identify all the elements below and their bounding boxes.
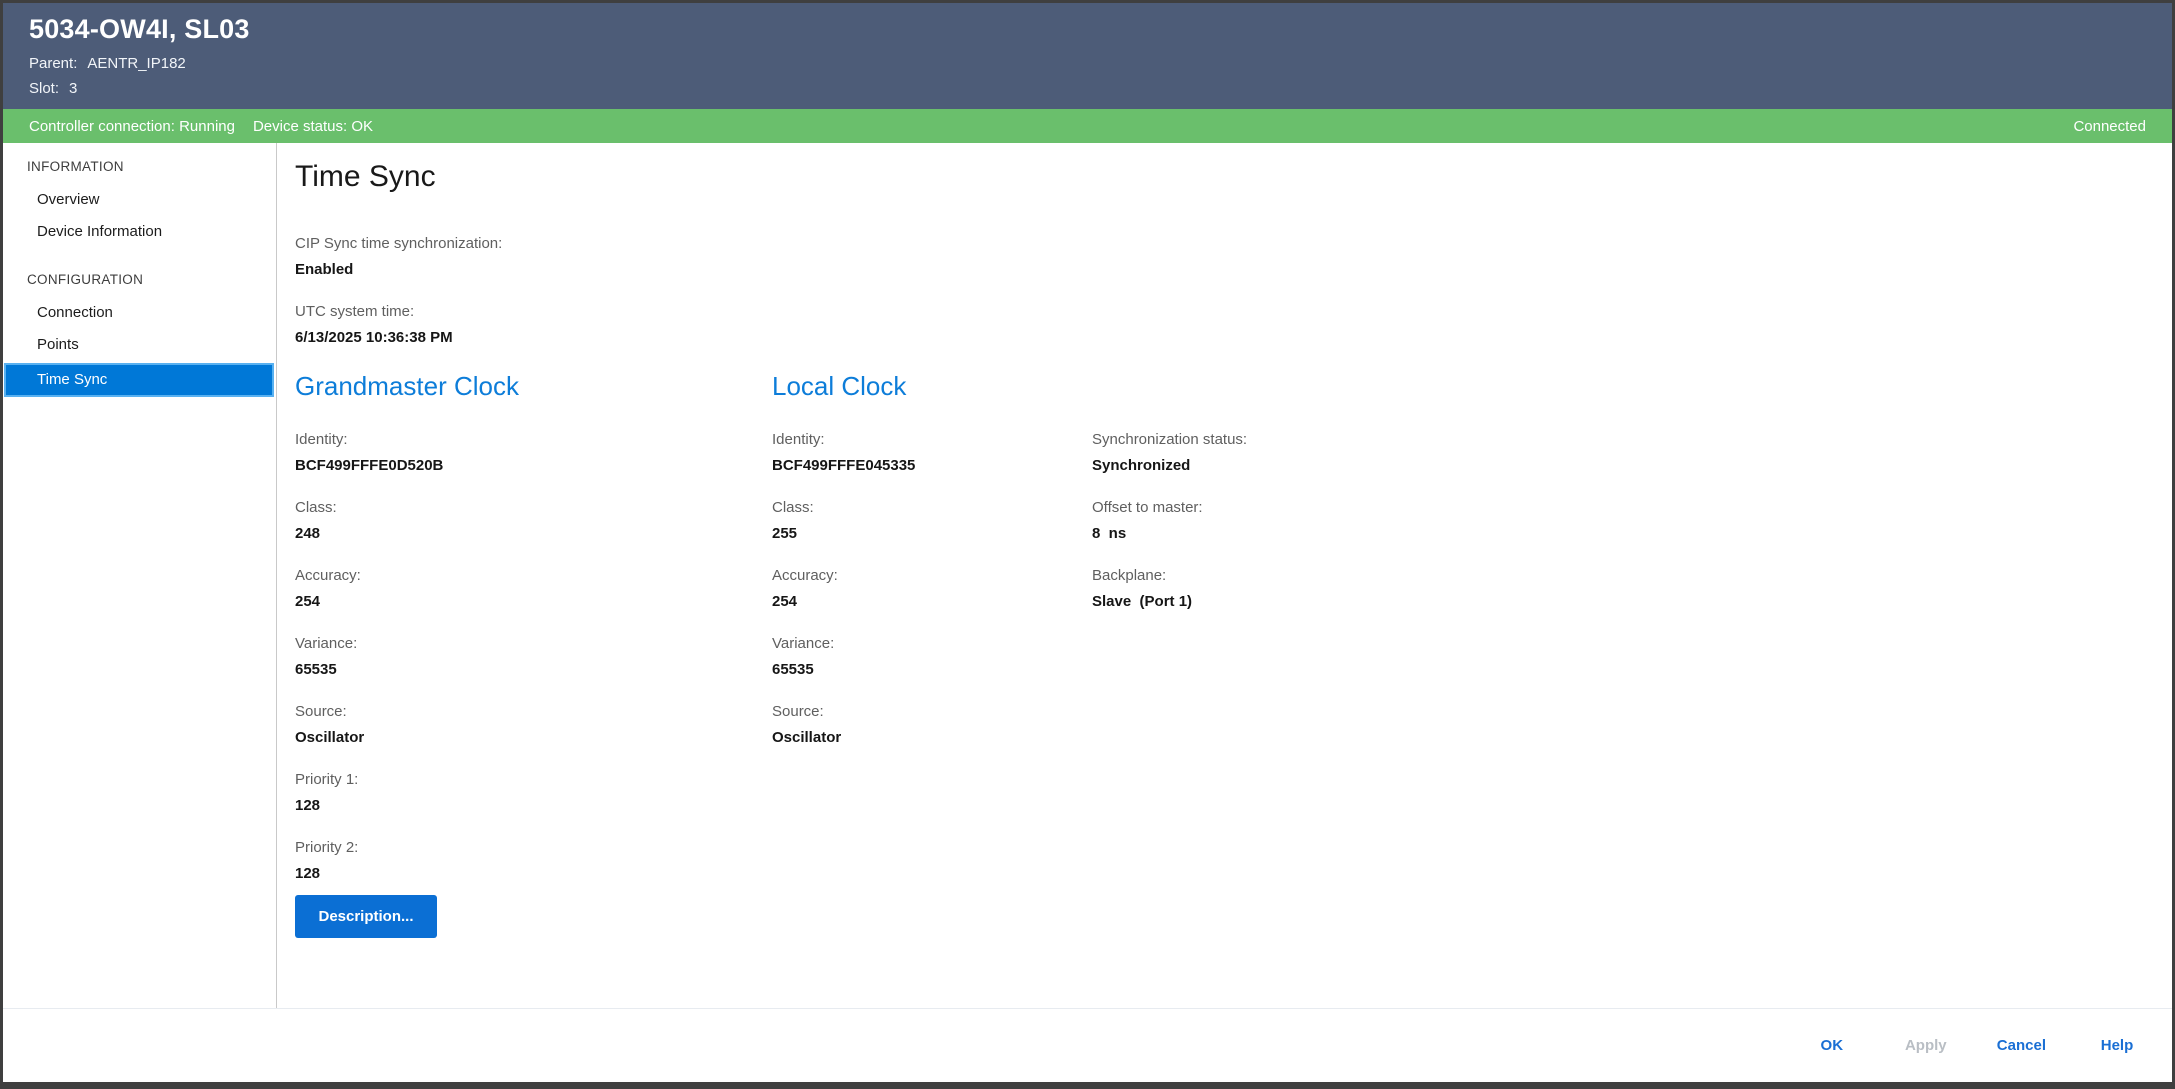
field-label: Identity:	[772, 429, 1092, 451]
dialog-body: INFORMATION Overview Device Information …	[3, 143, 2172, 1008]
field-label: Accuracy:	[772, 565, 1092, 587]
field-value: 8 ns	[1092, 523, 2142, 545]
field-value: Enabled	[295, 259, 2142, 281]
field-gm-source: Source: Oscillator	[295, 701, 772, 749]
module-title: 5034-OW4I, SL03	[29, 13, 2146, 45]
field-label: Class:	[295, 497, 772, 519]
nav-section-configuration: CONFIGURATION Connection Points Time Syn…	[3, 264, 276, 397]
help-button[interactable]: Help	[2084, 1024, 2150, 1067]
field-gm-class: Class: 248	[295, 497, 772, 545]
field-value: 255	[772, 523, 1092, 545]
field-label: CIP Sync time synchronization:	[295, 233, 2142, 255]
field-value: 65535	[772, 659, 1092, 681]
field-lc-source: Source: Oscillator	[772, 701, 1092, 749]
titlebar: 5034-OW4I, SL03 Parent: AENTR_IP182 Slot…	[3, 3, 2172, 109]
field-label: Synchronization status:	[1092, 429, 2142, 451]
field-gm-variance: Variance: 65535	[295, 633, 772, 681]
local-clock-heading: Local Clock	[772, 369, 1092, 403]
field-gm-accuracy: Accuracy: 254	[295, 565, 772, 613]
nav-section-configuration-header: CONFIGURATION	[3, 264, 276, 297]
description-button[interactable]: Description...	[295, 895, 437, 938]
field-lc-identity: Identity: BCF499FFFE045335	[772, 429, 1092, 477]
field-utc-time: UTC system time: 6/13/2025 10:36:38 PM	[295, 301, 2142, 349]
field-backplane: Backplane: Slave (Port 1)	[1092, 565, 2142, 613]
apply-button[interactable]: Apply	[1893, 1024, 1959, 1067]
field-value: BCF499FFFE045335	[772, 455, 1092, 477]
slot-label: Slot:	[29, 76, 59, 101]
field-value: Slave (Port 1)	[1092, 591, 2142, 613]
field-label: Class:	[772, 497, 1092, 519]
field-value: 128	[295, 863, 772, 885]
field-label: Identity:	[295, 429, 772, 451]
sidebar-item-points[interactable]: Points	[3, 329, 276, 361]
field-label: Priority 2:	[295, 837, 772, 859]
field-value: Synchronized	[1092, 455, 2142, 477]
field-label: Offset to master:	[1092, 497, 2142, 519]
device-properties-window: 5034-OW4I, SL03 Parent: AENTR_IP182 Slot…	[0, 0, 2175, 1089]
field-gm-priority-2: Priority 2: 128	[295, 837, 772, 885]
field-label: Variance:	[772, 633, 1092, 655]
page-title: Time Sync	[295, 157, 2142, 197]
field-gm-priority-1: Priority 1: 128	[295, 769, 772, 817]
sidebar-item-device-information[interactable]: Device Information	[3, 216, 276, 248]
connection-state: Connected	[2073, 118, 2146, 135]
field-value: 254	[772, 591, 1092, 613]
field-sync-status: Synchronization status: Synchronized	[1092, 429, 2142, 477]
sidebar-nav: INFORMATION Overview Device Information …	[3, 143, 277, 1008]
field-value: 254	[295, 591, 772, 613]
field-label: Priority 1:	[295, 769, 772, 791]
field-value: Oscillator	[295, 727, 772, 749]
field-value: 65535	[295, 659, 772, 681]
status-bar: Controller connection: Running Device st…	[3, 109, 2172, 143]
sidebar-item-overview[interactable]: Overview	[3, 184, 276, 216]
field-lc-variance: Variance: 65535	[772, 633, 1092, 681]
field-value: 6/13/2025 10:36:38 PM	[295, 327, 2142, 349]
clock-columns: Grandmaster Clock Identity: BCF499FFFE0D…	[295, 369, 2142, 938]
controller-connection-status: Controller connection: Running	[29, 118, 235, 135]
sidebar-item-connection[interactable]: Connection	[3, 297, 276, 329]
field-label: Backplane:	[1092, 565, 2142, 587]
sync-status-section: Synchronization status: Synchronized Off…	[1092, 369, 2142, 938]
sidebar-item-time-sync[interactable]: Time Sync	[4, 363, 274, 397]
slot-value: 3	[69, 76, 77, 101]
cancel-button[interactable]: Cancel	[1987, 1024, 2056, 1067]
field-lc-class: Class: 255	[772, 497, 1092, 545]
grandmaster-clock-heading: Grandmaster Clock	[295, 369, 772, 403]
field-label: Variance:	[295, 633, 772, 655]
field-label: Source:	[772, 701, 1092, 723]
dialog-footer: OK Apply Cancel Help	[3, 1008, 2172, 1082]
field-value: 128	[295, 795, 772, 817]
slot-info: Slot: 3	[29, 76, 2146, 101]
parent-info: Parent: AENTR_IP182	[29, 51, 2146, 76]
time-sync-page: Time Sync CIP Sync time synchronization:…	[277, 143, 2172, 1008]
field-lc-accuracy: Accuracy: 254	[772, 565, 1092, 613]
field-gm-identity: Identity: BCF499FFFE0D520B	[295, 429, 772, 477]
nav-section-information: INFORMATION Overview Device Information	[3, 151, 276, 248]
parent-value: AENTR_IP182	[87, 51, 185, 76]
ok-button[interactable]: OK	[1799, 1024, 1865, 1067]
field-label: Source:	[295, 701, 772, 723]
field-label: Accuracy:	[295, 565, 772, 587]
grandmaster-clock-section: Grandmaster Clock Identity: BCF499FFFE0D…	[295, 369, 772, 938]
sync-status-heading-spacer	[1092, 369, 2142, 403]
nav-section-information-header: INFORMATION	[3, 151, 276, 184]
parent-label: Parent:	[29, 51, 77, 76]
field-cip-sync: CIP Sync time synchronization: Enabled	[295, 233, 2142, 281]
field-value: 248	[295, 523, 772, 545]
field-value: BCF499FFFE0D520B	[295, 455, 772, 477]
field-offset-to-master: Offset to master: 8 ns	[1092, 497, 2142, 545]
device-status: Device status: OK	[253, 118, 373, 135]
field-label: UTC system time:	[295, 301, 2142, 323]
field-value: Oscillator	[772, 727, 1092, 749]
local-clock-section: Local Clock Identity: BCF499FFFE045335 C…	[772, 369, 1092, 938]
